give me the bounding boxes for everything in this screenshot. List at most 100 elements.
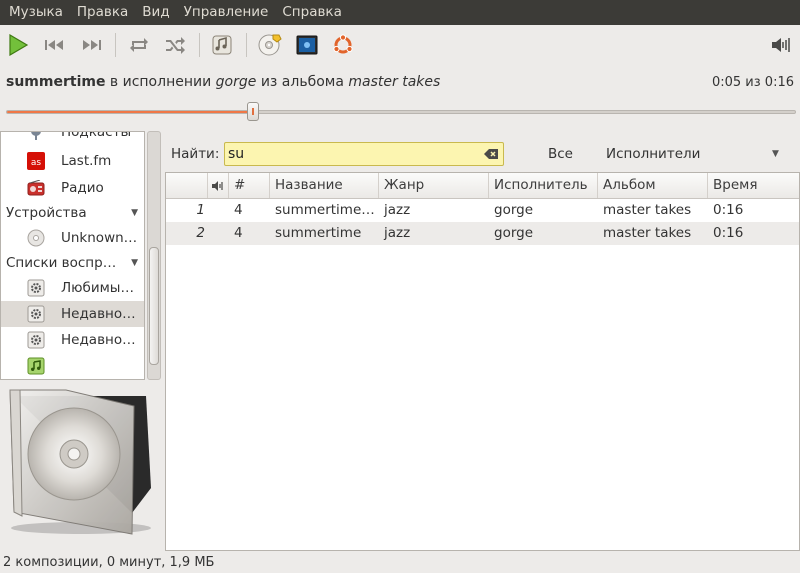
dropdown-arrow-icon[interactable]: ▼ <box>772 149 779 159</box>
smart-playlist-icon <box>27 305 45 323</box>
sidebar-scrollbar[interactable] <box>147 131 161 380</box>
play-button[interactable] <box>5 32 31 58</box>
column-header-time[interactable]: Время <box>708 173 799 198</box>
album-name: master takes <box>348 74 441 90</box>
sidebar-item-radio[interactable]: Радио <box>1 175 144 201</box>
repeat-button[interactable] <box>126 32 152 58</box>
track-title: summertime <box>275 225 362 241</box>
table-header: # Название Жанр Исполнитель Альбом Время <box>166 173 799 199</box>
sidebar-item-label: Любимы… <box>61 280 134 296</box>
devices-header-label: Устройства <box>6 205 87 221</box>
next-icon <box>83 40 101 50</box>
toolbar-separator <box>199 33 200 57</box>
search-label: Найти: <box>171 146 220 162</box>
track-number: 4 <box>234 225 243 241</box>
repeat-icon <box>130 38 148 52</box>
svg-text:as: as <box>31 158 42 168</box>
seek-progress <box>7 111 254 113</box>
column-header-album[interactable]: Альбом <box>598 173 708 198</box>
disc-icon <box>27 229 45 247</box>
album-art <box>6 388 156 538</box>
filter-all-button[interactable]: Все <box>548 146 573 162</box>
shuffle-button[interactable] <box>162 32 188 58</box>
track-number: 4 <box>234 202 243 218</box>
playlists-header-label: Списки воспр… <box>6 255 117 271</box>
clear-icon[interactable] <box>484 148 499 164</box>
sidebar-scrollbar-thumb[interactable] <box>149 247 159 365</box>
column-header-title[interactable]: Название <box>270 173 379 198</box>
from-text: из альбома <box>260 74 344 90</box>
devices-header[interactable]: Устройства ▼ <box>1 201 144 225</box>
sidebar-item-label: Недавно… <box>61 306 136 322</box>
cd-button[interactable] <box>257 32 283 58</box>
visualization-button[interactable] <box>294 32 320 58</box>
music-icon <box>212 35 232 55</box>
sidebar-item-lastfm[interactable]: as Last.fm <box>1 148 144 174</box>
column-header-track-number[interactable]: # <box>229 173 270 198</box>
sidebar-item-label: Подкасты <box>61 131 132 140</box>
sidebar-item-playlist[interactable]: Недавно… <box>1 327 144 353</box>
visualization-icon <box>296 35 318 55</box>
sidebar-item-label: Unknown… <box>61 230 138 246</box>
speaker-icon <box>212 181 223 191</box>
table-row[interactable]: 2 4 summertime jazz gorge master takes 0… <box>166 222 799 245</box>
sidebar-item-label: Радио <box>61 180 104 196</box>
now-playing-label: summertime в исполнении gorge из альбома… <box>6 74 440 90</box>
menu-view[interactable]: Вид <box>135 0 176 25</box>
track-time: 0:16 <box>713 225 744 241</box>
cd-icon <box>258 34 282 56</box>
collapse-arrow-icon: ▼ <box>131 208 138 218</box>
sidebar-item-playlist[interactable]: Любимы… <box>1 275 144 301</box>
filter-select[interactable]: Исполнители <box>606 146 700 162</box>
track-time: 0:16 <box>713 202 744 218</box>
podcast-icon <box>27 132 45 141</box>
sidebar-item-label: Last.fm <box>61 153 112 169</box>
collapse-arrow-icon: ▼ <box>131 258 138 268</box>
search-value: su <box>228 146 245 162</box>
menu-help[interactable]: Справка <box>275 0 348 25</box>
toolbar <box>0 25 800 65</box>
seek-handle[interactable] <box>247 102 260 121</box>
menu-edit[interactable]: Правка <box>70 0 135 25</box>
menu-bar: Музыка Правка Вид Управление Справка <box>0 0 800 25</box>
status-bar: 2 композиции, 0 минут, 1,9 МБ <box>3 555 215 570</box>
column-header-index[interactable] <box>166 173 208 198</box>
sidebar-item-podcasts[interactable]: Подкасты <box>1 131 144 145</box>
radio-icon <box>27 179 45 197</box>
column-header-genre[interactable]: Жанр <box>379 173 489 198</box>
sidebar-item-playlist[interactable] <box>1 353 144 379</box>
ubuntu-one-button[interactable] <box>330 32 356 58</box>
smart-playlist-icon <box>27 331 45 349</box>
previous-button[interactable] <box>42 32 68 58</box>
playlists-header[interactable]: Списки воспр… ▼ <box>1 251 144 275</box>
column-header-artist[interactable]: Исполнитель <box>489 173 598 198</box>
menu-control[interactable]: Управление <box>177 0 276 25</box>
toolbar-separator <box>115 33 116 57</box>
column-header-playing[interactable] <box>208 173 229 198</box>
sidebar-item-device[interactable]: Unknown… <box>1 225 144 251</box>
time-display: 0:05 из 0:16 <box>711 75 794 90</box>
shuffle-icon <box>166 37 185 54</box>
menu-music[interactable]: Музыка <box>2 0 70 25</box>
track-genre: jazz <box>384 202 411 218</box>
row-index: 2 <box>196 225 205 241</box>
song-title: summertime <box>6 74 106 90</box>
toolbar-separator <box>246 33 247 57</box>
next-button[interactable] <box>78 32 104 58</box>
source-list: Подкасты as Last.fm Радио Устройства ▼ U… <box>0 131 145 380</box>
previous-icon <box>45 40 63 50</box>
track-table: # Название Жанр Исполнитель Альбом Время… <box>165 172 800 551</box>
seek-slider[interactable] <box>6 102 796 121</box>
volume-icon <box>772 38 790 52</box>
music-button[interactable] <box>209 32 235 58</box>
by-text: в исполнении <box>109 74 212 90</box>
volume-button[interactable] <box>768 32 794 58</box>
sidebar-item-label: Недавно… <box>61 332 136 348</box>
playlist-icon <box>27 357 45 375</box>
sidebar-item-playlist[interactable]: Недавно… <box>1 301 144 327</box>
artist-name: gorge <box>215 74 257 90</box>
table-row[interactable]: 1 4 summertime… jazz gorge master takes … <box>166 199 799 222</box>
search-input[interactable]: su <box>224 142 504 166</box>
ubuntu-one-icon <box>333 34 353 54</box>
track-artist: gorge <box>494 202 534 218</box>
